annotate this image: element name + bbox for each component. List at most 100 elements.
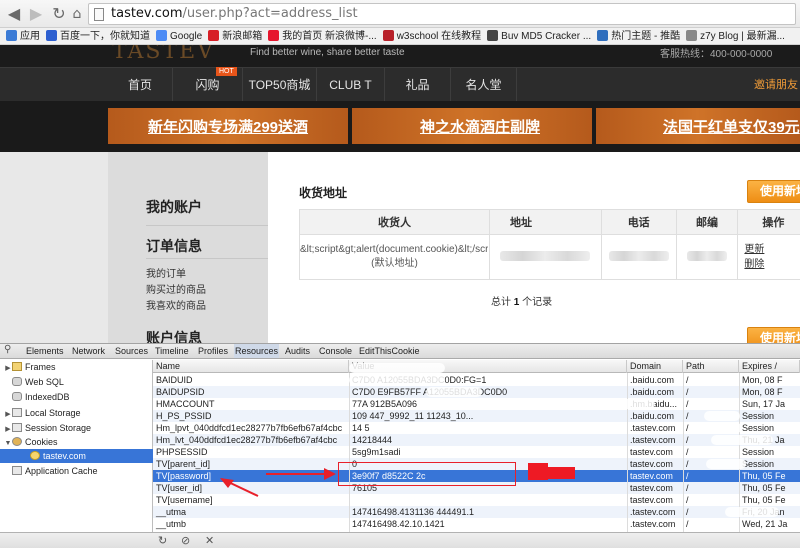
col-domain[interactable]: Domain [627,360,683,373]
bookmark-item[interactable]: w3school 在线教程 [382,29,481,44]
table-row[interactable]: H_PS_PSSID 109 447_9992_11 11243_10... .ba… [153,410,800,422]
tab-console[interactable]: Console [318,344,353,358]
update-link[interactable]: 更新 [744,242,800,257]
nav-gifts[interactable]: 礼品 [385,68,451,102]
cookie-expires: Thu, 05 Fe [742,483,786,493]
col-expires[interactable]: Expires / [739,360,800,373]
site-logo[interactable]: TASTEV [112,45,215,64]
cookie-name: BAIDUID [156,375,193,385]
cookie-domain: .tastev.com [630,423,676,433]
address-title: 收货地址 [299,186,348,200]
tree-item[interactable]: Application Cache [0,464,153,478]
cookie-domain: tastev.com [630,471,673,481]
bookmark-item[interactable]: Google [156,29,202,44]
favorites-link[interactable]: 我喜欢的商品 [146,297,206,312]
col-name[interactable]: Name [153,360,349,373]
cookie-path: / [686,495,689,505]
account-sidebar: 我的账户 订单信息 我的订单 购买过的商品 我喜欢的商品 账户信息 [108,152,268,343]
delete-link[interactable]: 删除 [744,257,800,272]
expand-right-icon[interactable]: ▶ [4,408,12,422]
column-divider [683,373,684,532]
bookmark-item[interactable]: 百度一下，你就知道 [46,29,150,44]
bookmark-label: 新浪邮箱 [222,31,263,42]
nav-top50[interactable]: TOP50商城 [243,68,317,102]
tree-item[interactable]: ▼ Cookies [0,435,153,449]
redacted-phone [608,250,669,261]
annotation-mark [543,467,575,479]
address-bar[interactable]: tastev.com/user.php?act=address_list [88,3,796,25]
table-row[interactable]: Hm_lpvt_040ddfcd1ec28277b7fb6efb67af4cbc… [153,422,800,434]
cookie-name: BAIDUPSID [156,387,205,397]
tree-item[interactable]: IndexedDB [0,390,153,404]
use-new-address-button-bottom[interactable]: 使用新地址 [747,327,800,343]
bookmark-item[interactable]: Buv MD5 Cracker ... [487,29,591,44]
purchased-items-link[interactable]: 购买过的商品 [146,281,206,296]
address-cell [488,234,602,280]
my-account-title[interactable]: 我的账户 [146,197,202,217]
address-table: 收货人 地址 电话 邮编 操作 &lt;script&gt;alert(docu… [299,209,800,280]
bookmark-item[interactable]: z7y Blog | 最新漏... [686,29,785,44]
cookie-value: 147416498.42.10.1421 [352,519,445,529]
storage-icon [12,408,22,417]
weibo-icon [268,30,280,41]
tree-item[interactable]: ▶ Session Storage [0,421,153,435]
nav-celebrities[interactable]: 名人堂 [451,68,517,102]
delete-icon[interactable]: ✕ [205,534,214,547]
bookmark-item[interactable]: 热门主题 - 推酷 [597,29,680,44]
tree-item-label: IndexedDB [25,392,70,402]
table-row[interactable]: __utmb 147416498.42.10.1421 .tastev.com / We… [153,518,800,530]
cookie-domain: .tastev.com [630,435,676,445]
promo-banner-2[interactable]: 神之水滴酒庄副牌 [352,108,592,144]
tab-profiles[interactable]: Profiles [197,344,229,358]
tree-item[interactable]: ▶ Local Storage [0,406,153,420]
forward-icon[interactable]: ▶ [26,4,46,24]
bookmark-item[interactable]: 新浪邮箱 [208,29,263,44]
tab-timeline[interactable]: Timeline [154,344,190,358]
sina-mail-icon [208,30,220,41]
tab-editthiscookie[interactable]: EditThisCookie [358,344,421,358]
bookmark-item[interactable]: 我的首页 新浪微博-... [268,29,377,44]
invite-friends-link[interactable]: 邀请朋友 [754,68,798,102]
address-table-header: 收货人 地址 电话 邮编 操作 [299,209,800,235]
bookmark-item[interactable]: 应用 [6,29,40,44]
cookie-path: / [686,483,689,493]
tab-sources[interactable]: Sources [114,344,149,358]
cookie-table-header: Name Value Domain Path Expires / [153,360,800,373]
nav-home[interactable]: 首页 [108,68,173,102]
expand-right-icon[interactable]: ▶ [4,362,12,376]
clear-icon[interactable]: ⊘ [181,534,190,547]
tree-item[interactable]: Web SQL [0,375,153,389]
promo-banner-1[interactable]: 新年闪购专场满299送酒 [108,108,348,144]
table-row: &lt;script&gt;alert(document.cookie)&lt;… [299,234,800,280]
table-row[interactable]: Hm_lvt_040ddfcd1ec28277b7fb6efb67af4cbc 1… [153,434,800,446]
nav-club-t[interactable]: CLUB T [317,68,385,102]
tab-audits[interactable]: Audits [284,344,311,358]
tree-item[interactable]: tastev.com [0,449,153,463]
app-cache-icon [12,466,22,475]
col-path[interactable]: Path [683,360,739,373]
inspect-icon[interactable]: ⚲ [4,344,11,355]
tab-network[interactable]: Network [71,344,106,358]
tab-elements[interactable]: Elements [25,344,65,358]
cookie-domain: tastev.com [630,447,673,457]
home-icon[interactable]: ⌂ [67,4,87,24]
tree-item-label: tastev.com [43,451,86,461]
table-row[interactable]: PHPSESSID 5sg9m1sadi tastev.com / Session [153,446,800,458]
table-row[interactable]: BAIDUIDC7D0 A12055BDA3DC0D0:FG=1.baidu.c… [153,374,800,386]
url-text[interactable]: tastev.com/user.php?act=address_list [111,6,358,21]
promo-banner-3[interactable]: 法国干红单支仅39元 [596,108,800,144]
tree-item[interactable]: ▶ Frames [0,360,153,374]
reload-icon[interactable]: ↻ [49,4,69,24]
cookie-domain: tastev.com [630,459,673,469]
url-path: /user.php?act=address_list [182,6,358,21]
tab-resources[interactable]: Resources [234,344,280,358]
table-row[interactable]: HMACCOUNT77A 912B5A096.hm.baidu.../Sun, … [153,398,800,410]
cookie-value: 109 447_9992_11 11243_10... [352,411,474,421]
cookie-expires: Mon, 08 F [742,375,783,385]
table-row[interactable]: __utma 147416498.4131136 444491.1 .tastev.… [153,506,800,518]
refresh-icon[interactable]: ↻ [158,534,167,547]
use-new-address-button[interactable]: 使用新地址 [747,180,800,203]
table-row[interactable]: TV[username] tastev.com / Thu, 05 Fe [153,494,800,506]
my-orders-link[interactable]: 我的订单 [146,265,186,280]
back-icon[interactable]: ◀ [4,4,24,24]
